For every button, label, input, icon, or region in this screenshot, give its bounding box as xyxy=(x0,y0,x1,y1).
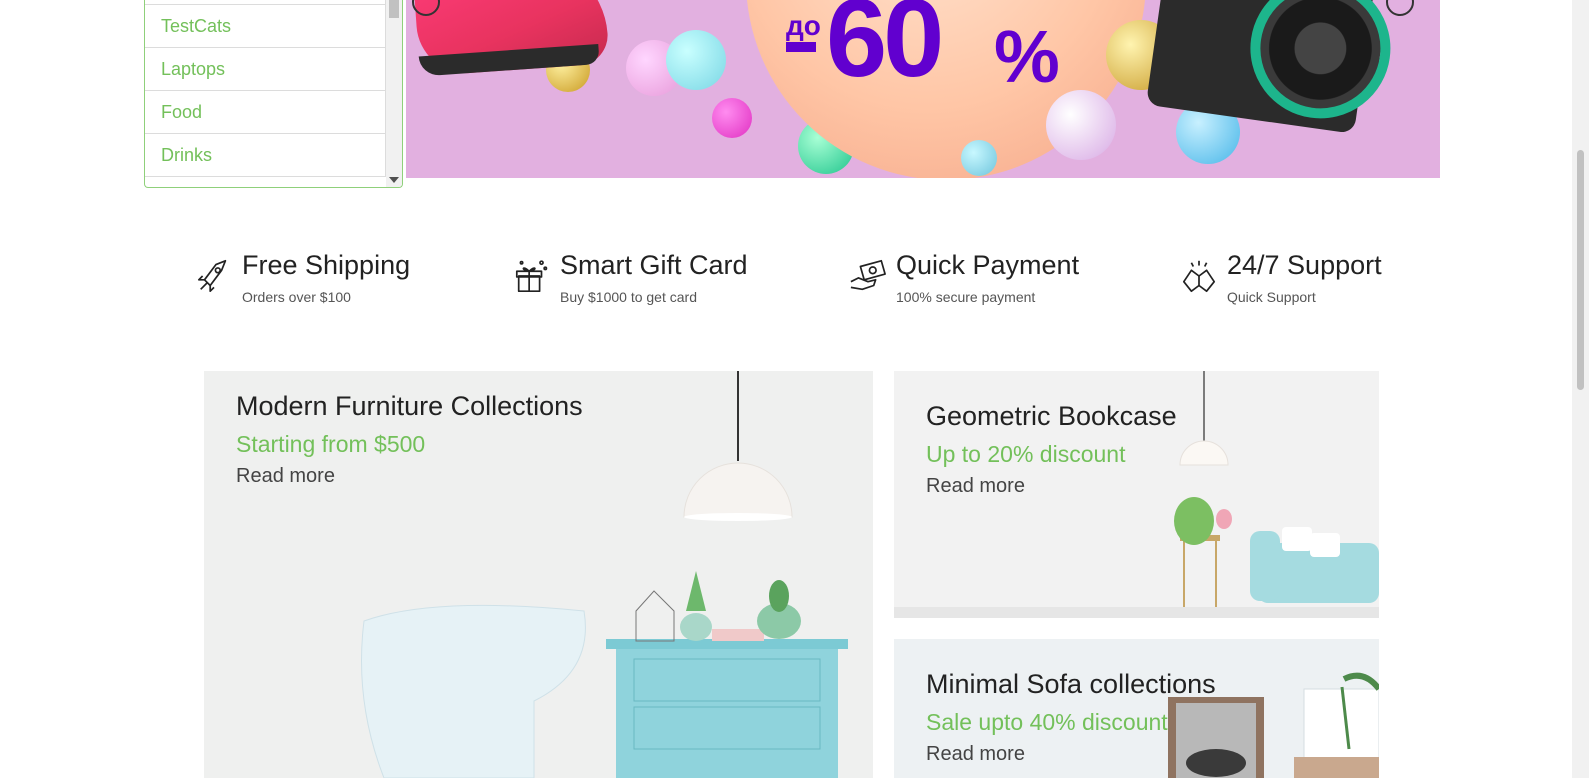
promo-subtitle: Starting from $500 xyxy=(236,431,426,457)
category-scrollbar[interactable] xyxy=(386,0,402,187)
promo-card-minimal-sofa[interactable]: Minimal Sofa collections Sale upto 40% d… xyxy=(894,639,1379,778)
gift-icon xyxy=(515,260,548,293)
hero-discount-number: 60 xyxy=(826,0,944,100)
promo-title: Minimal Sofa collections xyxy=(926,669,1216,699)
feature-title: Smart Gift Card xyxy=(560,250,748,280)
feature-subtitle: Buy $1000 to get card xyxy=(560,289,697,305)
feature-subtitle: 100% secure payment xyxy=(896,289,1036,305)
promo-subtitle: Up to 20% discount xyxy=(926,441,1126,467)
rocket-icon xyxy=(197,259,227,293)
page-scrollbar[interactable] xyxy=(1572,0,1589,778)
read-more-link[interactable]: Read more xyxy=(926,475,1025,498)
decor-ball xyxy=(961,140,997,176)
promo-card-modern-furniture[interactable]: Modern Furniture Collections Starting fr… xyxy=(204,371,873,778)
category-list: TestCats Laptops Food Drinks xyxy=(145,0,386,177)
promo-title: Geometric Bookcase xyxy=(926,401,1177,431)
hero-next-arrow-icon[interactable] xyxy=(1386,0,1414,16)
promo-title: Modern Furniture Collections xyxy=(236,391,583,421)
feature-title: Quick Payment xyxy=(896,250,1080,280)
speaker-cone xyxy=(1241,0,1400,128)
feature-title: 24/7 Support xyxy=(1227,250,1382,280)
category-sidebar: TestCats Laptops Food Drinks xyxy=(144,0,403,188)
hero-percent-sign: % xyxy=(994,15,1060,98)
hero-minus-sign xyxy=(786,42,816,52)
promo-card-geometric-bookcase[interactable]: Geometric Bookcase Up to 20% discount Re… xyxy=(894,371,1379,618)
scroll-down-arrow-icon[interactable] xyxy=(389,177,399,183)
category-item-drinks[interactable]: Drinks xyxy=(145,134,386,177)
handshake-icon xyxy=(1182,260,1216,293)
decor-ball xyxy=(666,30,726,90)
feature-subtitle: Orders over $100 xyxy=(242,289,351,305)
category-item-food[interactable]: Food xyxy=(145,91,386,134)
hero-prefix-text: до xyxy=(786,10,821,41)
promo-subtitle: Sale upto 40% discount xyxy=(926,709,1168,735)
feature-title: Free Shipping xyxy=(242,250,411,280)
category-item-laptops[interactable]: Laptops xyxy=(145,48,386,91)
sneaker-image xyxy=(412,0,610,77)
decor-ball xyxy=(1046,90,1116,160)
page-scrollbar-thumb[interactable] xyxy=(1577,150,1584,390)
money-hand-icon xyxy=(850,259,886,291)
read-more-link[interactable]: Read more xyxy=(926,743,1025,766)
decor-ball xyxy=(712,98,752,138)
feature-subtitle: Quick Support xyxy=(1227,289,1316,305)
category-scrollbar-thumb[interactable] xyxy=(389,0,399,18)
read-more-link[interactable]: Read more xyxy=(236,465,335,488)
hero-banner[interactable]: до 60 % xyxy=(406,0,1440,178)
category-item-testcats[interactable]: TestCats xyxy=(145,5,386,48)
